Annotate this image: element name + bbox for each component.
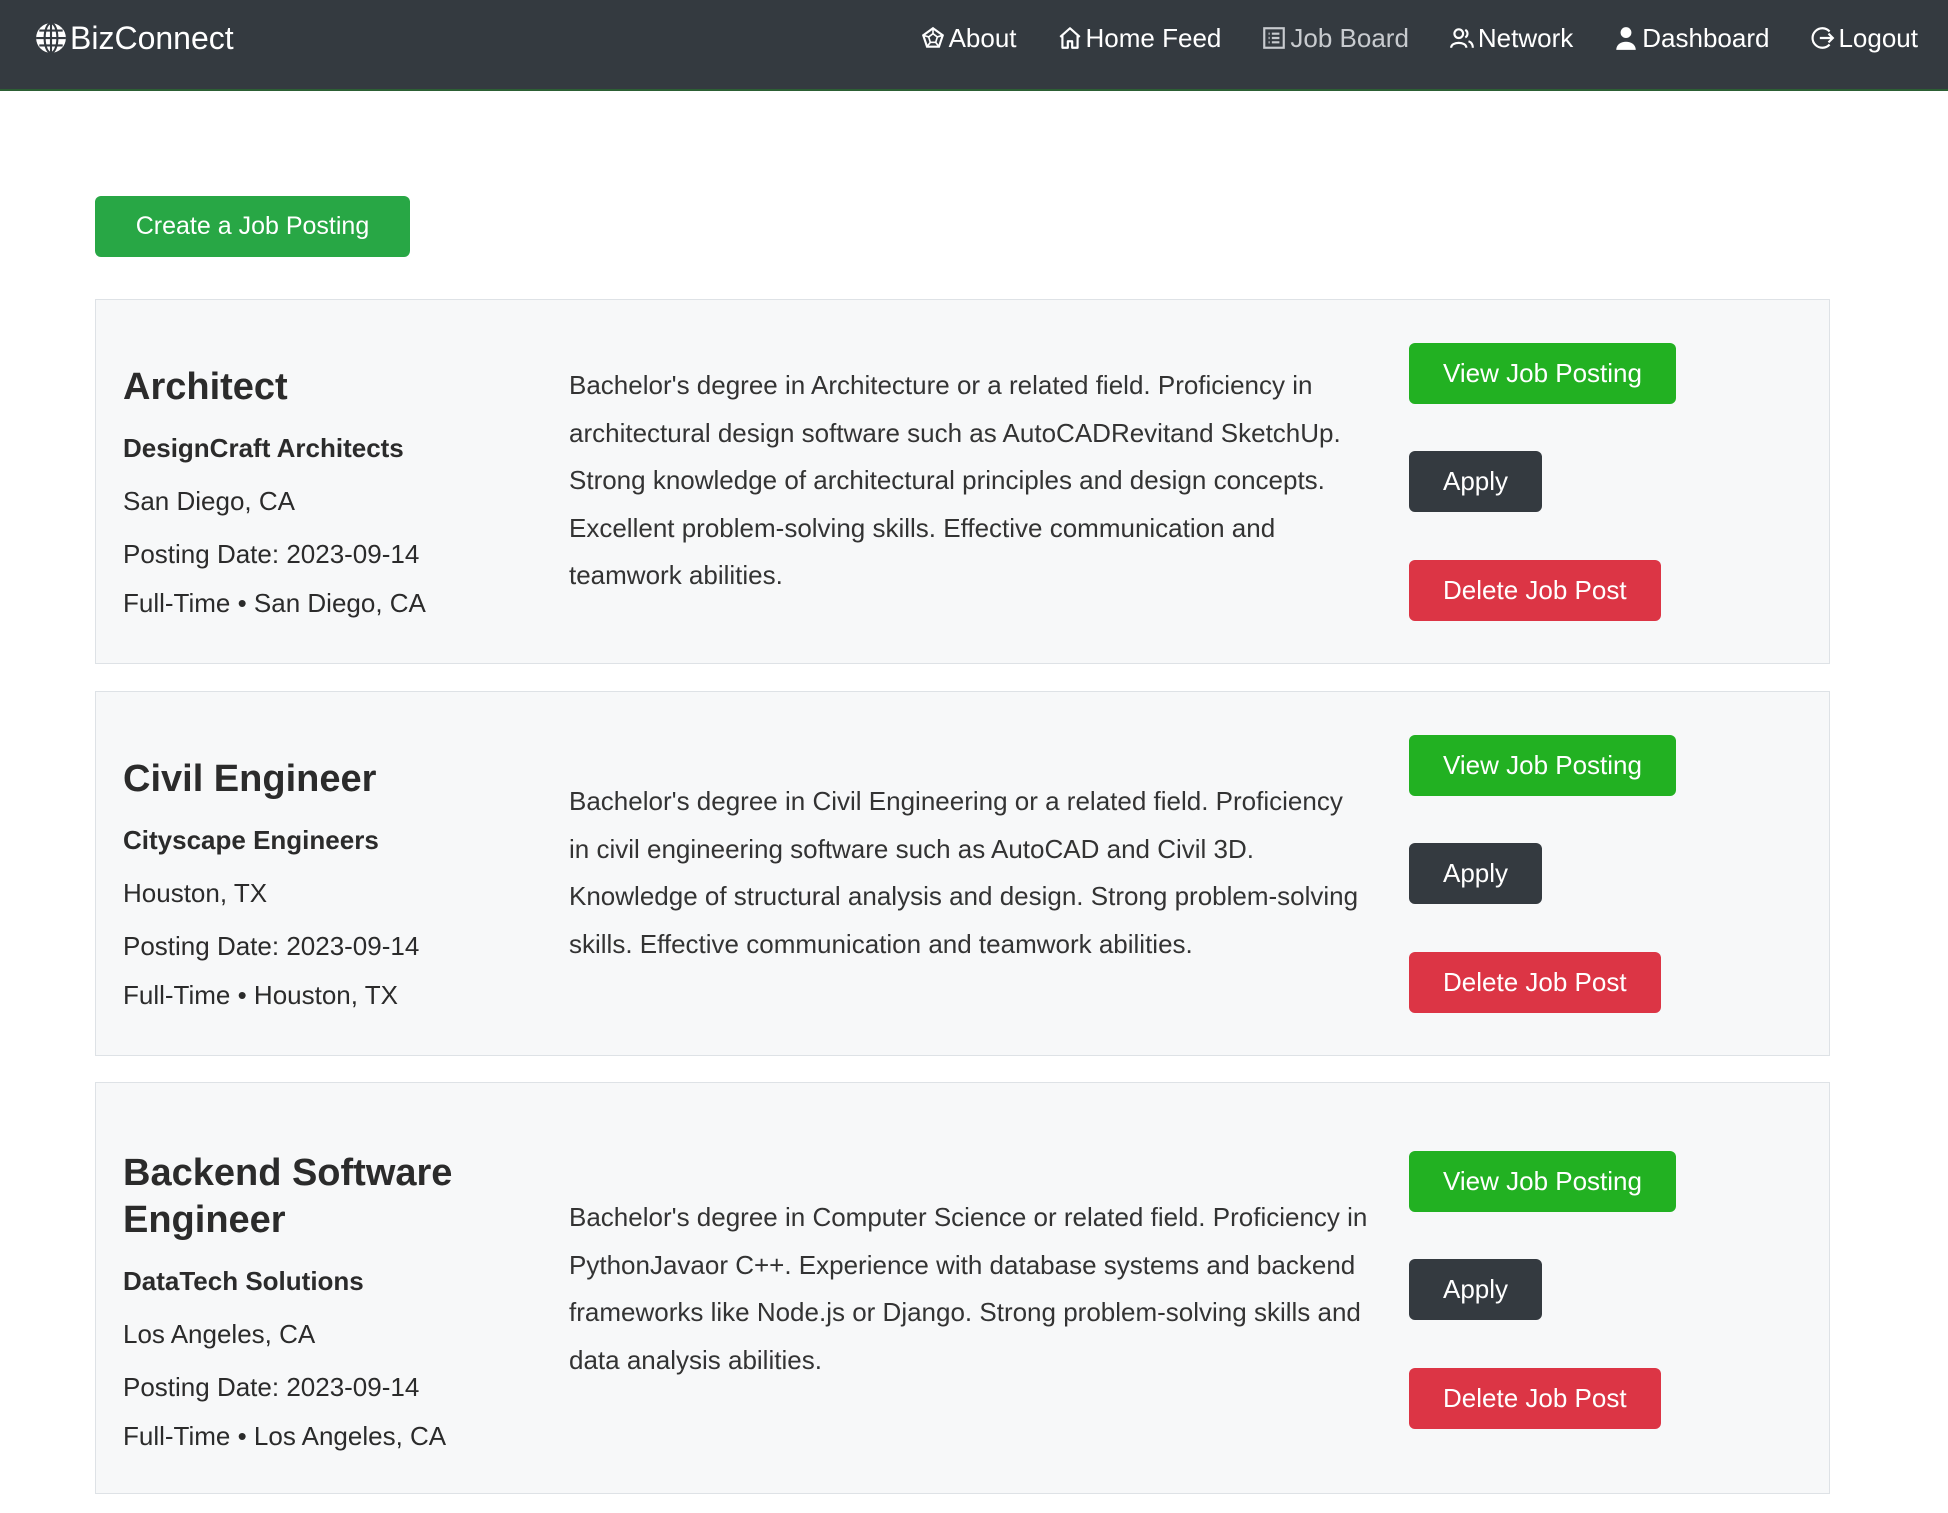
employment-type: Full-Time • Houston, TX (123, 980, 398, 1010)
logout-icon (1812, 27, 1835, 49)
person-icon (1616, 27, 1637, 50)
apply-button[interactable]: Apply (1409, 451, 1543, 512)
apply-button[interactable]: Apply (1409, 1259, 1543, 1320)
employment-type: Full-Time • Los Angeles, CA (123, 1421, 447, 1451)
nav-dashboard[interactable]: Dashboard (1613, 23, 1769, 54)
nav-links: About Home Feed Job Board Network Dashbo… (880, 18, 1918, 58)
job-location: Los Angeles, CA (123, 1319, 316, 1349)
job-card: Civil Engineer Cityscape Engineers Houst… (95, 691, 1830, 1056)
globe-icon (36, 22, 66, 54)
company-name: DataTech Solutions (123, 1266, 364, 1296)
nav-home-feed-label: Home Feed (1085, 22, 1222, 53)
delete-job-post-button[interactable]: Delete Job Post (1409, 1368, 1661, 1429)
view-job-posting-button[interactable]: View Job Posting (1409, 735, 1676, 796)
nav-about[interactable]: About (920, 23, 1017, 54)
nav-network[interactable]: Network (1449, 23, 1573, 54)
nav-logout[interactable]: Logout (1809, 23, 1918, 54)
company-name: Cityscape Engineers (123, 825, 379, 855)
list-board-icon (1263, 27, 1286, 49)
job-description: Bachelor's degree in Civil Engineering o… (569, 786, 1359, 959)
posting-date: Posting Date: 2023-09-14 (123, 931, 420, 961)
nav-job-board[interactable]: Job Board (1261, 23, 1409, 54)
company-name: DesignCraft Architects (123, 433, 404, 463)
delete-job-post-button[interactable]: Delete Job Post (1409, 560, 1661, 621)
job-location: San Diego, CA (123, 486, 295, 516)
job-location: Houston, TX (123, 878, 268, 908)
brand-link[interactable]: BizConnect (34, 18, 234, 58)
nav-dashboard-label: Dashboard (1642, 22, 1770, 53)
job-info: Architect DesignCraft Architects San Die… (123, 364, 533, 619)
view-job-posting-button[interactable]: View Job Posting (1409, 1151, 1676, 1212)
view-job-posting-button[interactable]: View Job Posting (1409, 343, 1676, 404)
employment-type: Full-Time • San Diego, CA (123, 588, 426, 618)
delete-job-post-button[interactable]: Delete Job Post (1409, 952, 1661, 1013)
create-job-posting-button[interactable]: Create a Job Posting (95, 196, 410, 257)
navbar: BizConnect About Home Feed Job Board Net… (0, 0, 1948, 91)
posting-date: Posting Date: 2023-09-14 (123, 1372, 420, 1402)
nav-network-label: Network (1477, 22, 1574, 53)
job-card: Backend Software Engineer DataTech Solut… (95, 1082, 1830, 1494)
nav-home-feed[interactable]: Home Feed (1057, 22, 1222, 54)
brand-name: BizConnect (70, 19, 234, 56)
house-icon (1059, 27, 1081, 49)
job-title: Civil Engineer (123, 758, 377, 800)
job-description: Bachelor's degree in Architecture or a r… (569, 370, 1341, 590)
job-title: Architect (123, 366, 288, 408)
nav-about-label: About (948, 22, 1017, 53)
posting-date: Posting Date: 2023-09-14 (123, 539, 420, 569)
nav-job-board-label: Job Board (1290, 22, 1409, 53)
job-title: Backend Software Engineer (123, 1152, 453, 1241)
people-icon (1449, 28, 1474, 49)
job-info: Backend Software Engineer DataTech Solut… (123, 1150, 533, 1452)
nav-logout-label: Logout (1838, 22, 1918, 53)
job-info: Civil Engineer Cityscape Engineers Houst… (123, 756, 533, 1011)
job-card: Architect DesignCraft Architects San Die… (95, 299, 1830, 664)
pentagon-web-icon (921, 26, 944, 48)
apply-button[interactable]: Apply (1409, 843, 1543, 904)
job-description: Bachelor's degree in Computer Science or… (569, 1202, 1368, 1375)
